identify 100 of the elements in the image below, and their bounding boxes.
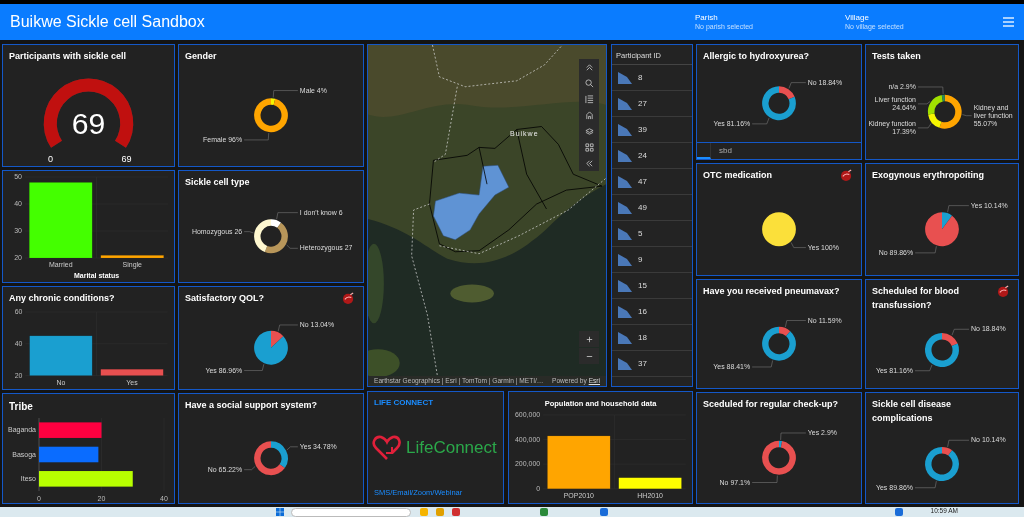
feature-symbol-icon <box>618 253 632 266</box>
list-item[interactable]: 39 <box>612 117 692 143</box>
gauge-min-label: 0 <box>47 153 53 164</box>
chevrons-left-icon <box>584 158 594 168</box>
leader-line <box>286 446 299 450</box>
leader-line <box>243 363 265 371</box>
feature-symbol-icon <box>618 279 632 292</box>
leader-line <box>914 480 937 488</box>
panel-title: Exogynous erythropoiting <box>871 169 985 182</box>
app-title: Buikwe Sickle cell Sandbox <box>10 12 206 32</box>
logo-text: LifeConnect <box>406 437 497 460</box>
leader-line <box>780 432 807 440</box>
gauge-value: 69 <box>71 106 106 140</box>
panel-title: Sickle cell type <box>184 176 251 189</box>
bar <box>547 435 611 490</box>
panel-title: Scheduled for blood transfussion? <box>871 285 960 312</box>
app-icon[interactable] <box>895 508 903 516</box>
leader-line <box>276 211 299 219</box>
participant-id: 37 <box>638 357 647 370</box>
list-item[interactable]: 27 <box>612 91 692 117</box>
leader-line <box>277 324 299 332</box>
panel-title: Allergic to hydroxyurea? <box>702 50 811 63</box>
filter-label: Parish <box>695 13 719 23</box>
participant-id: 49 <box>638 201 647 214</box>
leader-line <box>914 245 937 253</box>
leader-line <box>917 122 932 128</box>
panel-title: Have you received pneumavax? <box>702 285 841 298</box>
panel-title: Any chronic conditions? <box>8 292 116 305</box>
leader-line <box>751 359 773 367</box>
menu-button[interactable] <box>1003 17 1014 27</box>
feature-symbol-icon <box>618 227 632 240</box>
heart-logo-icon <box>372 434 402 461</box>
participant-id: 24 <box>638 149 647 162</box>
leader-line <box>751 117 770 124</box>
panel-title: Have a social support system? <box>184 399 319 412</box>
panel-title: LIFE CONNECT <box>373 397 435 409</box>
bar <box>100 368 164 376</box>
participant-id: 8 <box>638 71 643 84</box>
leader-line <box>243 230 254 233</box>
chevrons-up-icon <box>584 62 594 72</box>
feature-symbol-icon <box>618 331 632 344</box>
app-icon[interactable] <box>540 508 548 516</box>
leader-line <box>790 241 807 248</box>
leader-line <box>243 465 256 470</box>
feature-symbol-icon <box>618 71 632 84</box>
bar <box>618 477 682 490</box>
panel-title: Gender <box>184 50 218 63</box>
panel-title: Satisfactory QOL? <box>184 292 266 305</box>
search-field[interactable] <box>291 508 411 517</box>
feature-symbol-icon <box>618 305 632 318</box>
leader-line <box>914 364 933 371</box>
bar <box>39 446 99 463</box>
home-icon <box>584 110 594 120</box>
windows-icon <box>276 508 284 516</box>
feature-symbol-icon <box>618 123 632 136</box>
participant-id: 9 <box>638 253 643 266</box>
list-item[interactable]: 24 <box>612 143 692 169</box>
panel-title: OTC medication <box>702 169 773 182</box>
list-icon <box>584 94 594 104</box>
panel-title: Sickle cell disease complications <box>871 398 953 425</box>
leader-line <box>962 113 972 116</box>
bar <box>39 422 102 438</box>
panel-title: Tribe <box>8 400 34 414</box>
list-item[interactable]: 5 <box>612 221 692 247</box>
list-item[interactable]: 18 <box>612 325 692 351</box>
tab-indicator <box>697 143 711 159</box>
gauge-max-label: 69 <box>121 153 132 164</box>
list-item[interactable]: 37 <box>612 351 692 377</box>
panel-title: Sceduled for regular check-up? <box>702 398 840 411</box>
list-item[interactable]: 8 <box>612 65 692 91</box>
leader-line <box>273 89 299 98</box>
grid-icon <box>584 142 594 152</box>
leader-line <box>751 474 778 483</box>
panel-title: Tests taken <box>871 50 922 63</box>
filter-label: Village <box>845 13 870 23</box>
list-item[interactable]: 9 <box>612 247 692 273</box>
list-item[interactable]: 16 <box>612 299 692 325</box>
feature-symbol-icon <box>618 357 632 370</box>
leader-line <box>947 204 970 212</box>
participant-id: 47 <box>638 175 647 188</box>
zoom-in-button[interactable] <box>579 331 599 347</box>
participant-id: 5 <box>638 227 643 240</box>
leader-line <box>286 244 299 249</box>
leader-line <box>243 132 269 140</box>
list-item[interactable]: 49 <box>612 195 692 221</box>
participant-id: 15 <box>638 279 647 292</box>
leader-line <box>917 100 931 104</box>
app-icon[interactable] <box>600 508 608 516</box>
participant-id: 39 <box>638 123 647 136</box>
list-item[interactable]: 15 <box>612 273 692 299</box>
feature-symbol-icon <box>618 97 632 110</box>
tab[interactable]: sbd <box>711 145 740 157</box>
feature-symbol-icon <box>618 149 632 162</box>
panel-title: Participants with sickle cell <box>8 50 128 63</box>
leader-line <box>785 319 807 327</box>
participant-id: 16 <box>638 305 647 318</box>
leader-line <box>947 440 970 448</box>
pie-slice <box>762 211 796 246</box>
list-item[interactable]: 47 <box>612 169 692 195</box>
bar <box>100 255 164 259</box>
